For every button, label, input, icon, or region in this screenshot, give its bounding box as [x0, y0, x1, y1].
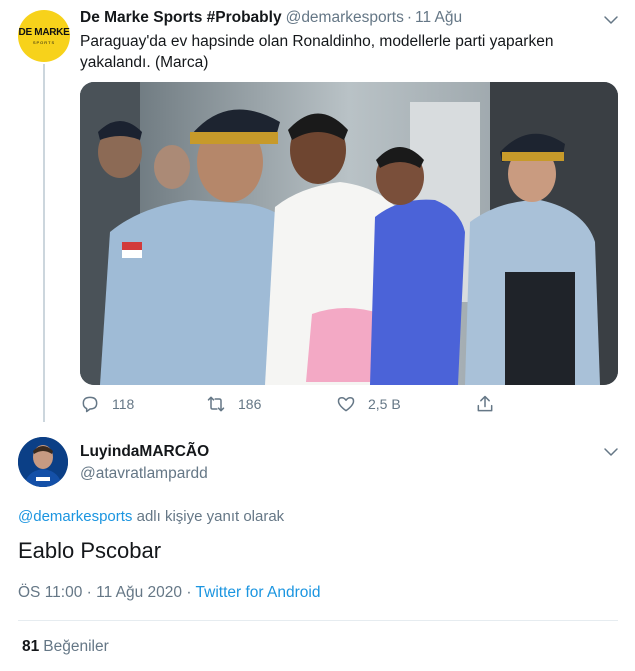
tweet-full-date[interactable]: 11 Ağu 2020 — [96, 584, 182, 601]
display-name[interactable]: De Marke Sports #Probably — [80, 9, 282, 26]
likes-stat[interactable]: 81 Beğeniler — [22, 638, 109, 656]
tweet-time[interactable]: ÖS 11:00 — [18, 584, 82, 601]
separator-dot: · — [82, 584, 97, 601]
like-action[interactable]: 2,5 B — [336, 394, 401, 414]
avatar-photo — [18, 437, 68, 487]
reply-action[interactable]: 118 — [80, 394, 134, 414]
reply-count: 118 — [112, 396, 135, 412]
tweet-photo[interactable] — [80, 82, 618, 385]
avatar[interactable] — [18, 437, 68, 487]
separator-dot: · — [406, 9, 412, 26]
share-action[interactable] — [475, 394, 507, 414]
tweet-actions: 118 186 2,5 B — [80, 394, 500, 418]
display-name[interactable]: LuyindaMARCÃO — [80, 443, 209, 461]
avatar-logo-text: DE MARKE — [18, 26, 70, 38]
avatar-logo-subtext: SPORTS — [32, 39, 56, 45]
tweet-date[interactable]: 11 Ağu — [415, 9, 462, 26]
thread-connector-line — [43, 64, 45, 422]
like-count: 2,5 B — [368, 396, 401, 412]
divider — [18, 620, 618, 621]
tweet-text: Paraguay'da ev hapsinde olan Ronaldinho,… — [80, 33, 554, 71]
tweet-header: De Marke Sports #Probably @demarkesports ·… — [80, 9, 462, 27]
reply-icon — [82, 396, 98, 413]
replying-mention-link[interactable]: @demarkesports — [18, 508, 132, 525]
reply-text: Eablo Pscobar — [18, 538, 162, 563]
chevron-down-icon[interactable] — [602, 11, 620, 29]
likes-count: 81 — [22, 638, 40, 655]
tweet-source-link[interactable]: Twitter for Android — [196, 584, 321, 601]
share-icon — [477, 395, 493, 412]
replying-to: @demarkesports adlı kişiye yanıt olarak — [18, 508, 284, 525]
user-handle[interactable]: @atavratlampardd — [80, 465, 208, 483]
chevron-down-icon[interactable] — [602, 443, 620, 461]
separator-dot: · — [182, 584, 196, 601]
heart-icon — [337, 397, 355, 412]
tweet-metadata: ÖS 11:00 · 11 Ağu 2020 · Twitter for And… — [18, 584, 320, 602]
photo-illustration — [80, 82, 618, 385]
likes-label: Beğeniler — [43, 638, 109, 655]
replying-to-label: adlı kişiye yanıt olarak — [132, 508, 285, 525]
retweet-count: 186 — [238, 396, 262, 412]
user-handle[interactable]: @demarkesports — [286, 9, 404, 26]
retweet-icon — [207, 396, 225, 412]
retweet-action[interactable]: 186 — [206, 394, 261, 414]
avatar[interactable]: DE MARKE SPORTS — [18, 10, 70, 62]
